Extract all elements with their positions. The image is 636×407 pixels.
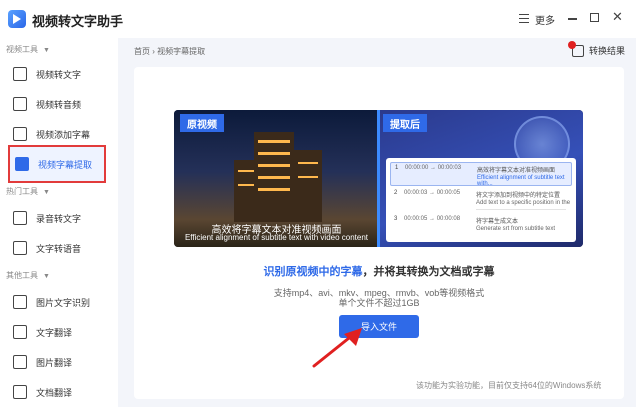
close-icon[interactable]: ✕ xyxy=(612,9,623,25)
sidebar-item-audio-to-text[interactable]: 录音转文字 xyxy=(8,206,108,230)
sidebar-item-text-to-speech[interactable]: 文字转语音 xyxy=(8,236,108,260)
chevron-down-icon: ▼ xyxy=(43,189,50,196)
list-item: 2 00:00:03 → 00:00:05 将文字添加到视频中的特定位置 Add… xyxy=(394,190,571,212)
section-other-tools[interactable]: 其他工具 ▼ xyxy=(6,270,50,281)
notification-dot xyxy=(568,40,576,49)
original-video-tag: 原视频 xyxy=(180,114,224,132)
app-logo-icon xyxy=(8,10,26,28)
sidebar: 视频工具 ▼ 视频转文字 视频转音频 视频添加字幕 视频字幕提取 热门工具 ▼ 录音… xyxy=(0,38,118,407)
footnote: 该功能为实验功能，目前仅支持64位的Windows系统 xyxy=(416,381,602,390)
pointer-arrow-icon xyxy=(312,328,362,368)
demo-banner: 原视频 提取后 高效将字幕文本对准视频画面 Efficient alignmen… xyxy=(174,110,583,247)
list-item: 3 00:00:05 → 00:00:08 将字幕生成文本 Generate s… xyxy=(394,216,556,232)
sidebar-item-label: 视频添加字幕 xyxy=(36,129,91,140)
sidebar-item-label: 图片翻译 xyxy=(36,357,73,368)
subtitle-list-panel: 1 00:00:00 → 00:00:03 高效将字幕文本对准视频画面 Effi… xyxy=(386,158,576,242)
title-bar: 视频转文字助手 更多 ✕ xyxy=(0,0,636,38)
after-extract-tag: 提取后 xyxy=(383,114,427,132)
document-translate-icon xyxy=(13,385,27,399)
sidebar-item-label: 文档翻译 xyxy=(36,387,73,398)
menu-icon[interactable] xyxy=(519,14,529,23)
sidebar-item-image-translate[interactable]: 图片翻译 xyxy=(8,350,108,374)
breadcrumb[interactable]: 首页 › 视频字幕提取 xyxy=(134,46,205,57)
sidebar-item-add-subtitles[interactable]: 视频添加字幕 xyxy=(8,122,108,146)
sidebar-item-label: 文字转语音 xyxy=(36,243,82,254)
microphone-icon xyxy=(13,211,27,225)
section-video-tools[interactable]: 视频工具 ▼ xyxy=(6,44,50,55)
convert-result-label: 转换结果 xyxy=(589,46,626,56)
sidebar-item-label: 视频转音频 xyxy=(36,99,82,110)
image-translate-icon xyxy=(13,355,27,369)
subtitle-extract-icon xyxy=(15,157,29,171)
minimize-icon[interactable] xyxy=(568,18,577,20)
feature-description: 识别原视频中的字幕，并将其转换为文档或字幕 xyxy=(263,266,495,278)
sidebar-item-text-translate[interactable]: 文字翻译 xyxy=(8,320,108,344)
sidebar-item-subtitle-extract[interactable]: 视频字幕提取 xyxy=(8,145,106,183)
result-icon xyxy=(568,40,584,57)
chevron-down-icon: ▼ xyxy=(43,273,50,280)
section-hot-tools[interactable]: 热门工具 ▼ xyxy=(6,186,50,197)
more-menu-button[interactable]: 更多 xyxy=(535,12,555,27)
text-translate-icon xyxy=(13,325,27,339)
video-text-icon xyxy=(13,67,27,81)
subtitle-en: Efficient alignment of subtitle text wit… xyxy=(184,233,369,242)
list-item: 1 00:00:00 → 00:00:03 高效将字幕文本对准视频画面 Effi… xyxy=(390,162,572,187)
maximize-icon[interactable] xyxy=(590,13,599,22)
app-title: 视频转文字助手 xyxy=(32,14,124,29)
convert-result-button[interactable]: 转换结果 xyxy=(568,40,626,57)
text-to-speech-icon xyxy=(13,241,27,255)
sidebar-item-label: 图片文字识别 xyxy=(36,297,91,308)
sidebar-item-video-to-text[interactable]: 视频转文字 xyxy=(8,62,108,86)
sidebar-item-label: 视频转文字 xyxy=(36,69,82,80)
video-subtitle-icon xyxy=(13,127,27,141)
size-limit: 单个文件不超过1GB xyxy=(338,298,420,308)
video-audio-icon xyxy=(13,97,27,111)
sidebar-item-document-translate[interactable]: 文档翻译 xyxy=(8,380,108,404)
image-ocr-icon xyxy=(13,295,27,309)
chevron-down-icon: ▼ xyxy=(43,47,50,54)
sidebar-item-video-to-audio[interactable]: 视频转音频 xyxy=(8,92,108,116)
sidebar-item-label: 录音转文字 xyxy=(36,213,82,224)
sidebar-item-image-ocr[interactable]: 图片文字识别 xyxy=(8,290,108,314)
sidebar-item-label: 视频字幕提取 xyxy=(38,159,93,170)
sidebar-item-label: 文字翻译 xyxy=(36,327,73,338)
